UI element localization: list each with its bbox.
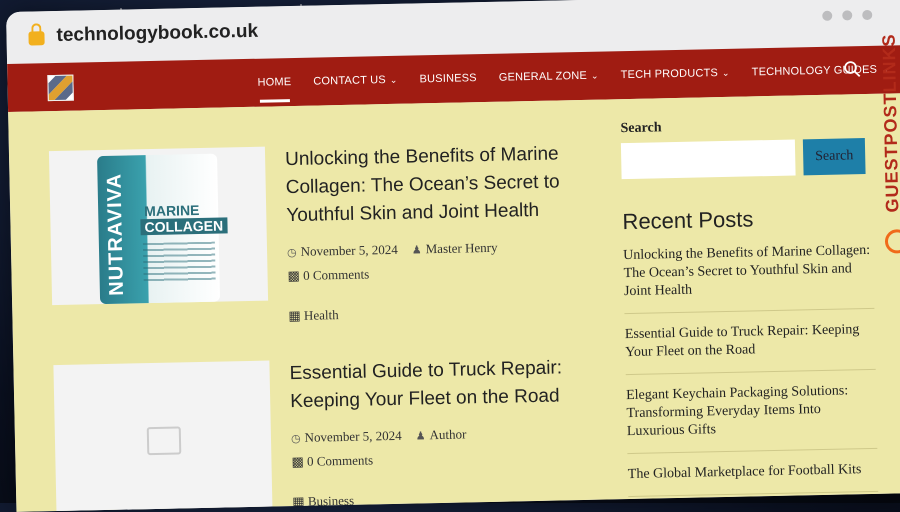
image-placeholder-icon [146, 426, 182, 456]
nav-item-home[interactable]: HOME [257, 76, 291, 89]
post-body: Unlocking the Benefits of Marine Collage… [285, 139, 609, 324]
browser-window: technologybook.co.uk HOME CONTACT US ⌄ BU… [6, 0, 900, 512]
nav-item-business[interactable]: BUSINESS [419, 72, 476, 85]
product-text: COLLAGEN [140, 217, 228, 236]
post-date[interactable]: November 5, 2024 [301, 242, 398, 259]
nav-label: HOME [257, 76, 292, 89]
folder-icon: ▦ [288, 307, 305, 324]
recent-post-link[interactable]: Essential Guide to Truck Repair: Keeping… [624, 308, 876, 376]
window-controls [822, 9, 873, 21]
post-category[interactable]: Health [304, 307, 339, 323]
nav-item-contact-us[interactable]: CONTACT US ⌄ [313, 74, 397, 88]
nav-label: GENERAL ZONE [498, 69, 588, 84]
brand-text: NUTRAVIVA [103, 172, 128, 296]
folder-icon: ▦ [292, 493, 309, 510]
nav-label: CONTACT US [313, 74, 386, 88]
nav-item-tech-products[interactable]: TECH PRODUCTS ⌄ [621, 67, 730, 81]
comment-icon: ▩ [287, 267, 304, 284]
recent-post-link[interactable]: Elegant Keychain Packaging Solutions: Tr… [625, 369, 878, 455]
post-meta: ◷ November 5, 2024 ♟ Master Henry [287, 237, 607, 260]
nav-item-general-zone[interactable]: GENERAL ZONE ⌄ [499, 70, 599, 84]
post-title[interactable]: Unlocking the Benefits of Marine Collage… [285, 139, 607, 230]
nav-label: BUSINESS [419, 72, 477, 86]
recent-post-link[interactable]: Unlocking the Benefits of Marine Collage… [622, 229, 875, 315]
dot-icon[interactable] [842, 10, 853, 21]
url-text[interactable]: technologybook.co.uk [56, 21, 258, 47]
sidebar: Search Search Recent Posts Unlocking the… [620, 94, 879, 498]
post-category[interactable]: Business [308, 493, 355, 509]
nav-label: TECH PRODUCTS [620, 67, 719, 82]
comment-icon: ▩ [291, 453, 308, 470]
search-input[interactable] [620, 139, 796, 180]
post-thumbnail[interactable] [53, 360, 273, 512]
watermark-badge: GUESTPOSTLINKS [875, 33, 900, 264]
clock-icon: ◷ [290, 432, 301, 446]
search-button[interactable]: Search [802, 138, 866, 176]
user-icon: ♟ [415, 430, 426, 443]
search-label: Search [620, 120, 662, 137]
post-body: Essential Guide to Truck Repair: Keeping… [289, 353, 612, 510]
post-author[interactable]: Master Henry [426, 240, 498, 257]
search-icon[interactable] [843, 60, 861, 78]
nav-item-technology-guides[interactable]: TECHNOLOGY GUIDES ⌄ [752, 64, 889, 79]
main-content: NUTRAVIVA MARINE COLLAGEN Unlocking the … [8, 93, 900, 512]
dot-icon[interactable] [822, 10, 833, 21]
watermark-text: GUESTPOSTLINKS [878, 33, 900, 213]
product-image: NUTRAVIVA MARINE COLLAGEN [97, 153, 228, 305]
post-date[interactable]: November 5, 2024 [304, 428, 401, 445]
chevron-down-icon: ⌄ [389, 74, 398, 85]
lock-icon [28, 31, 45, 46]
user-icon: ♟ [411, 244, 422, 257]
post-card: Essential Guide to Truck Repair: Keeping… [53, 353, 613, 512]
chevron-down-icon: ⌄ [721, 67, 730, 79]
recent-post-link[interactable]: The Global Marketplace for Football Kits [627, 448, 879, 498]
post-title[interactable]: Essential Guide to Truck Repair: Keeping… [289, 353, 610, 416]
product-text: MARINE [144, 201, 200, 220]
label-lines [142, 241, 216, 284]
post-card: NUTRAVIVA MARINE COLLAGEN Unlocking the … [48, 139, 609, 323]
link-icon [884, 229, 900, 254]
post-comments[interactable]: 0 Comments [303, 266, 369, 282]
chevron-down-icon: ⌄ [590, 70, 599, 81]
post-comments[interactable]: 0 Comments [307, 452, 373, 468]
search-form: Search [620, 138, 872, 180]
post-thumbnail[interactable]: NUTRAVIVA MARINE COLLAGEN [48, 146, 269, 306]
post-meta: ◷ November 5, 2024 ♟ Author [291, 423, 611, 446]
post-author[interactable]: Author [429, 426, 466, 442]
clock-icon: ◷ [286, 246, 297, 260]
site-logo[interactable] [47, 74, 74, 102]
dot-icon[interactable] [862, 9, 873, 21]
